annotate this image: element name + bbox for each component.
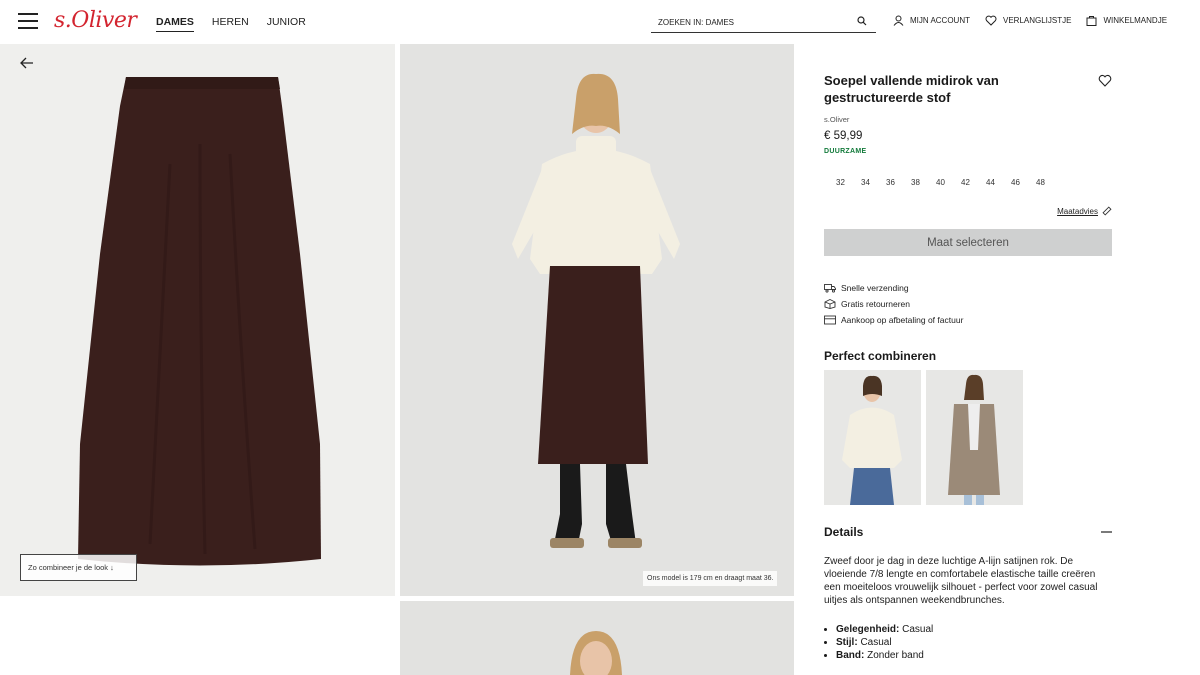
attribute-value: Casual [902, 624, 934, 635]
main-nav: DAMES HEREN JUNIOR [156, 16, 306, 32]
site-header: s.Oliver DAMES HEREN JUNIOR MIJN ACCOUNT… [0, 0, 1200, 44]
model-head-illustration [570, 631, 622, 675]
cart-link[interactable]: WINKELMANDJE [1086, 15, 1167, 26]
size-option[interactable]: 40 [928, 178, 953, 187]
attribute-item: Stijl: Casual [836, 636, 1112, 649]
account-link[interactable]: MIJN ACCOUNT [893, 15, 970, 26]
sweater-thumb-illustration [842, 375, 902, 505]
usp-label: Snelle verzending [841, 283, 909, 293]
attribute-key: Stijl: [836, 637, 858, 648]
wishlist-label: VERLANGLIJSTJE [1003, 16, 1072, 25]
details-description: Zweef door je dag in deze luchtige A-lij… [824, 556, 1098, 606]
model-size-note: Ons model is 179 cm en draagt maat 36. [643, 571, 778, 586]
size-option[interactable]: 42 [953, 178, 978, 187]
usp-item: Snelle verzending [824, 280, 1112, 296]
attribute-key: Gelegenheid: [836, 624, 900, 635]
nav-junior[interactable]: JUNIOR [267, 16, 306, 32]
combine-heading: Perfect combineren [824, 349, 937, 363]
size-advice-link[interactable]: Maatadvies [824, 206, 1112, 216]
model-illustration [400, 44, 794, 596]
product-image-skirt[interactable] [0, 44, 395, 596]
header-links: MIJN ACCOUNT VERLANGLIJSTJE WINKELMANDJE [893, 15, 1182, 26]
brand-logo[interactable]: s.Oliver [54, 8, 137, 33]
truck-icon [824, 284, 836, 293]
combine-thumbnails [824, 370, 1112, 505]
search-bar [651, 12, 876, 33]
product-image-third[interactable] [400, 601, 794, 675]
size-option[interactable]: 48 [1028, 178, 1053, 187]
details-heading: Details [824, 525, 864, 539]
product-title: Soepel vallende midirok van gestructuree… [824, 73, 999, 105]
attribute-list: Gelegenheid: Casual Stijl: Casual Band: … [824, 623, 1112, 662]
attribute-item: Band: Zonder band [836, 649, 1112, 662]
bag-icon [1086, 16, 1097, 26]
size-option[interactable]: 34 [853, 178, 878, 187]
combine-thumb-coat[interactable] [926, 370, 1023, 505]
size-option[interactable]: 38 [903, 178, 928, 187]
usp-item: Aankoop op afbetaling of factuur [824, 312, 1112, 328]
product-panel: Soepel vallende midirok van gestructuree… [824, 72, 1112, 662]
account-label: MIJN ACCOUNT [910, 16, 970, 25]
user-icon [893, 15, 904, 26]
cart-label: WINKELMANDJE [1103, 16, 1168, 25]
wishlist-link[interactable]: VERLANGLIJSTJE [985, 15, 1071, 26]
menu-icon[interactable] [18, 13, 38, 30]
skirt-illustration [78, 77, 321, 566]
arrow-left-icon[interactable] [20, 57, 34, 69]
heart-icon[interactable] [1098, 74, 1112, 87]
nav-heren[interactable]: HEREN [212, 16, 249, 32]
attribute-value: Zonder band [867, 650, 924, 661]
nav-dames[interactable]: DAMES [156, 16, 194, 32]
credit-card-icon [824, 315, 836, 325]
search-icon[interactable] [857, 16, 867, 26]
combine-thumb-sweater[interactable] [824, 370, 921, 505]
heart-icon [985, 15, 997, 26]
product-image-model[interactable] [400, 44, 794, 596]
minus-icon [1101, 531, 1112, 533]
usp-item: Gratis retourneren [824, 296, 1112, 312]
size-advice-label: Maatadvies [1057, 206, 1098, 216]
size-option[interactable]: 36 [878, 178, 903, 187]
product-price: € 59,99 [824, 130, 863, 142]
box-icon [824, 299, 836, 309]
usp-list: Snelle verzending Gratis retourneren Aan… [824, 280, 1112, 328]
combine-look-button[interactable]: Zo combineer je de look ↓ [20, 554, 137, 581]
details-accordion-header[interactable]: Details [824, 525, 1112, 539]
ruler-icon [1102, 206, 1112, 216]
size-list: 32 34 36 38 40 42 44 46 48 [828, 178, 1112, 187]
search-input[interactable] [651, 13, 841, 32]
sustainability-badge: DUURZAME [824, 148, 867, 155]
coat-thumb-illustration [948, 374, 1000, 505]
usp-label: Gratis retourneren [841, 299, 910, 309]
select-size-button[interactable]: Maat selecteren [824, 229, 1112, 256]
product-brand: s.Oliver [824, 115, 850, 124]
attribute-value: Casual [860, 637, 892, 648]
size-option[interactable]: 32 [828, 178, 853, 187]
attribute-item: Gelegenheid: Casual [836, 623, 1112, 636]
size-option[interactable]: 46 [1003, 178, 1028, 187]
attribute-key: Band: [836, 650, 865, 661]
usp-label: Aankoop op afbetaling of factuur [841, 315, 964, 325]
size-option[interactable]: 44 [978, 178, 1003, 187]
